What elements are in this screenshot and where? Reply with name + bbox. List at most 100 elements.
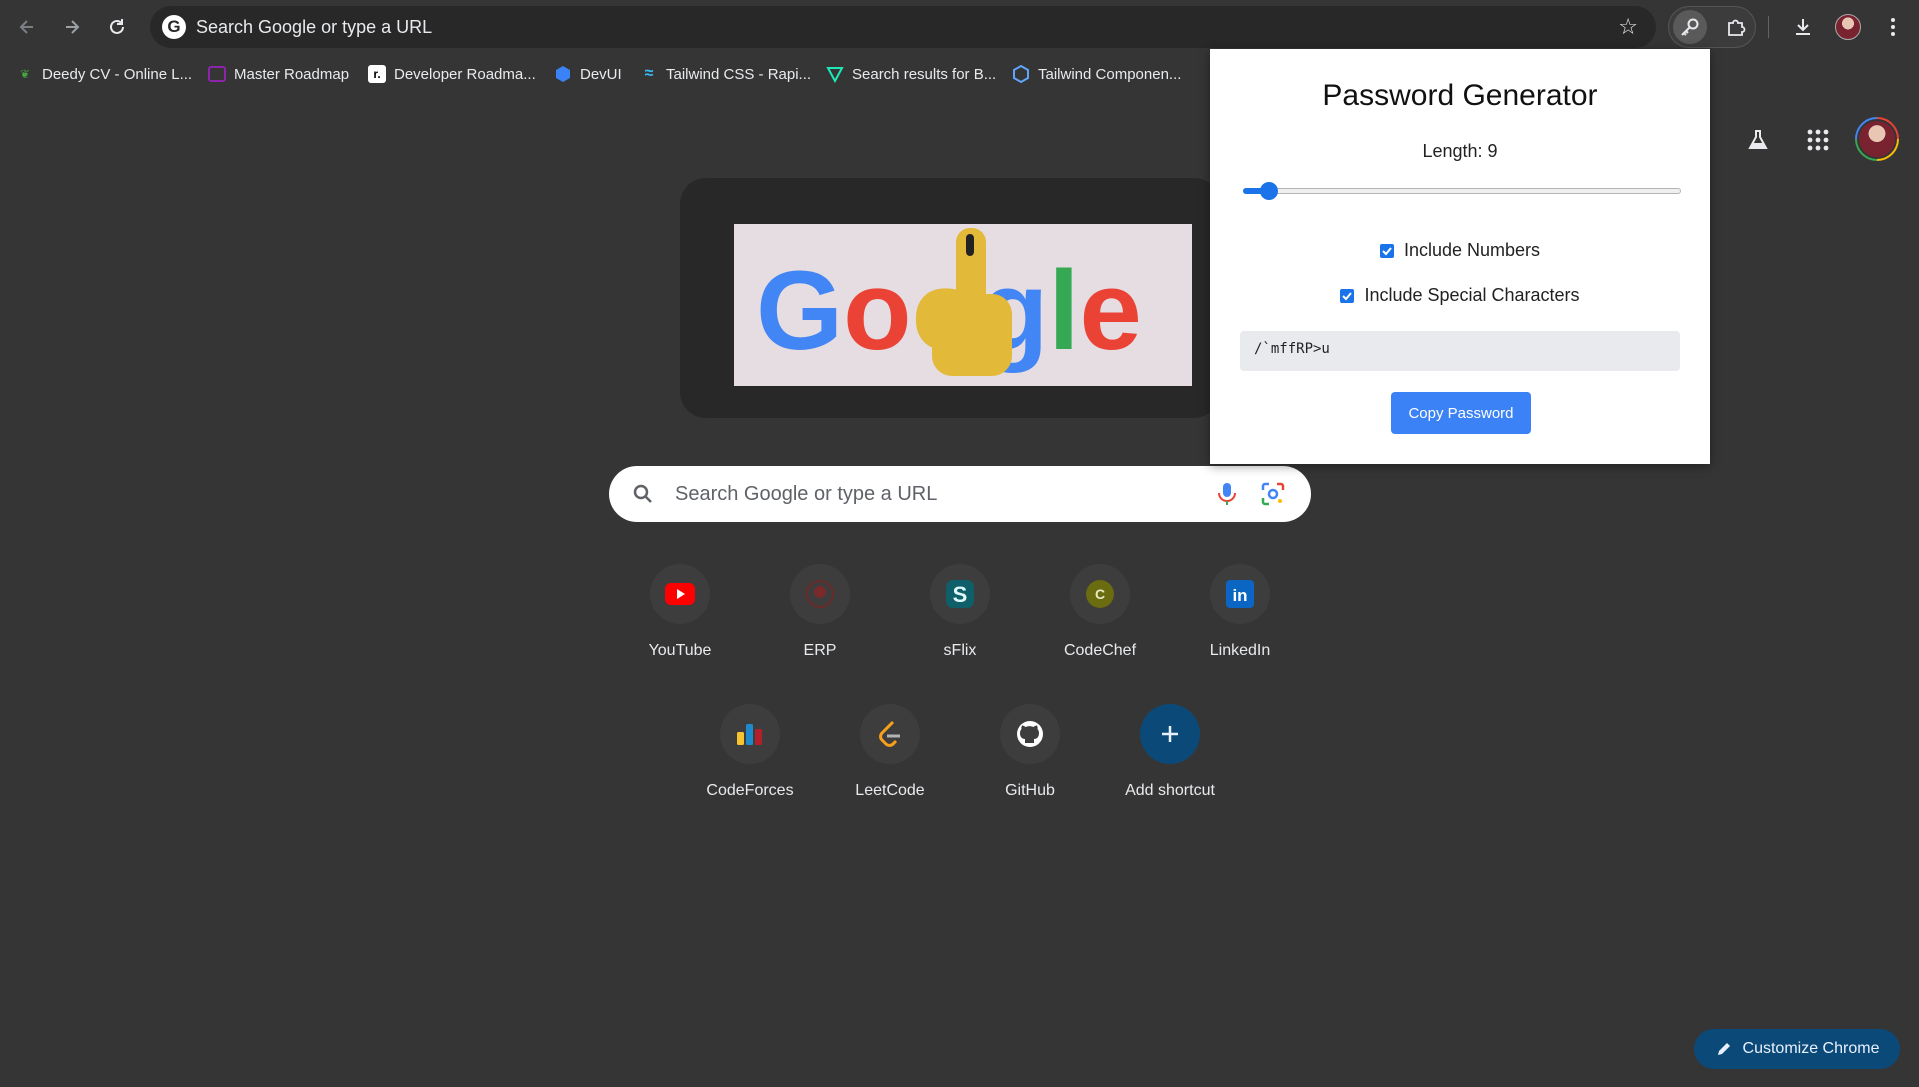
more-vert-icon bbox=[1891, 18, 1895, 36]
google-lens-icon bbox=[1261, 482, 1285, 506]
shortcut-label: ERP bbox=[803, 642, 837, 659]
shortcut-tile: C bbox=[1070, 564, 1130, 624]
extensions-group bbox=[1668, 6, 1756, 48]
back-button[interactable] bbox=[8, 8, 46, 46]
bookmark-item[interactable]: Tailwind Componen... bbox=[1012, 62, 1181, 86]
reload-icon bbox=[110, 19, 124, 34]
slider-track bbox=[1243, 188, 1681, 194]
component-icon bbox=[1013, 65, 1029, 83]
address-bar-text: Search Google or type a URL bbox=[196, 17, 433, 37]
length-slider[interactable] bbox=[1243, 182, 1681, 200]
checkmark-icon bbox=[1382, 246, 1392, 255]
shortcut-label: CodeForces bbox=[706, 782, 794, 799]
arrow-right-icon bbox=[66, 20, 80, 34]
include-numbers-option[interactable]: Include Numbers bbox=[1210, 240, 1710, 261]
popup-title: Password Generator bbox=[1322, 79, 1598, 112]
doodle-image: Google bbox=[756, 228, 1142, 376]
search-placeholder: Search Google or type a URL bbox=[675, 483, 938, 505]
google-apps-button[interactable] bbox=[1798, 120, 1838, 160]
shortcut-codeforces[interactable]: CodeForces bbox=[690, 696, 810, 816]
github-icon bbox=[1017, 721, 1043, 747]
shortcut-linkedin[interactable]: in LinkedIn bbox=[1180, 556, 1300, 676]
shortcut-leetcode[interactable]: LeetCode bbox=[830, 696, 950, 816]
bookmark-star-icon[interactable]: ☆ bbox=[1618, 14, 1638, 40]
password-output[interactable]: /`mffRP>u bbox=[1240, 331, 1680, 371]
shortcut-label: CodeChef bbox=[1063, 642, 1137, 659]
microphone-icon bbox=[1218, 483, 1236, 505]
voice-search-button[interactable] bbox=[1213, 480, 1241, 513]
vuetify-icon bbox=[826, 67, 844, 83]
youtube-icon bbox=[665, 583, 695, 605]
reload-button[interactable] bbox=[98, 8, 136, 46]
downloads-button[interactable] bbox=[1784, 8, 1822, 46]
bookmark-label: Tailwind Componen... bbox=[1038, 65, 1182, 83]
bookmark-item[interactable]: ❦ Deedy CV - Online L... bbox=[16, 62, 192, 86]
password-generator-popup: Password Generator Length: 9 Include Num… bbox=[1210, 49, 1710, 464]
chrome-labs-button[interactable] bbox=[1738, 120, 1778, 160]
roadmap-icon bbox=[208, 66, 226, 82]
add-shortcut-button[interactable]: Add shortcut bbox=[1110, 696, 1230, 816]
image-search-button[interactable] bbox=[1259, 480, 1287, 513]
account-avatar-button[interactable] bbox=[1855, 117, 1899, 161]
extensions-button[interactable] bbox=[1719, 10, 1753, 44]
roadmap-sh-icon: r. bbox=[368, 65, 386, 83]
apps-grid-icon bbox=[1807, 129, 1829, 151]
include-special-option[interactable]: Include Special Characters bbox=[1210, 285, 1710, 306]
shortcut-erp[interactable]: ERP bbox=[760, 556, 880, 676]
shortcut-label: GitHub bbox=[1005, 782, 1055, 799]
search-icon bbox=[633, 484, 652, 503]
browser-toolbar: G Search Google or type a URL ☆ bbox=[0, 0, 1919, 54]
chrome-menu-button[interactable] bbox=[1874, 8, 1912, 46]
customize-chrome-label: Customize Chrome bbox=[1742, 1040, 1880, 1057]
shortcut-github[interactable]: GitHub bbox=[970, 696, 1090, 816]
shortcut-label: YouTube bbox=[648, 642, 712, 659]
leetcode-icon bbox=[879, 720, 900, 747]
forward-button[interactable] bbox=[53, 8, 91, 46]
bookmark-item[interactable]: ≈ Tailwind CSS - Rapi... bbox=[640, 62, 811, 86]
slider-thumb[interactable] bbox=[1260, 182, 1279, 200]
copy-password-button[interactable]: Copy Password bbox=[1391, 392, 1531, 434]
linkedin-icon: in bbox=[1226, 580, 1254, 608]
include-special-checkbox[interactable] bbox=[1340, 288, 1355, 303]
shortcut-sflix[interactable]: S sFlix bbox=[900, 556, 1020, 676]
google-doodle[interactable]: Google bbox=[734, 224, 1192, 386]
flask-icon bbox=[1748, 130, 1768, 149]
shortcut-label: LinkedIn bbox=[1209, 642, 1271, 659]
shortcut-label: LeetCode bbox=[855, 782, 925, 799]
include-numbers-label: Include Numbers bbox=[1403, 240, 1541, 260]
shortcut-tile bbox=[650, 564, 710, 624]
bookmark-label: Tailwind CSS - Rapi... bbox=[666, 65, 812, 83]
bookmark-label: Developer Roadma... bbox=[394, 65, 536, 83]
download-icon bbox=[1796, 19, 1810, 35]
bookmark-label: Master Roadmap bbox=[234, 65, 350, 83]
tailwind-icon: ≈ bbox=[644, 65, 654, 82]
bookmark-item[interactable]: r. Developer Roadma... bbox=[368, 62, 536, 86]
shortcut-tile bbox=[1140, 704, 1200, 764]
overleaf-icon: ❦ bbox=[19, 67, 31, 81]
shortcut-tile bbox=[860, 704, 920, 764]
bookmark-item[interactable]: Master Roadmap bbox=[208, 62, 349, 86]
checkmark-icon bbox=[1342, 291, 1353, 300]
key-icon bbox=[1681, 18, 1699, 36]
codeforces-icon bbox=[737, 724, 762, 745]
address-bar[interactable]: G Search Google or type a URL ☆ bbox=[150, 6, 1656, 48]
length-label: Length: 9 bbox=[1422, 141, 1498, 161]
svg-text:in: in bbox=[1232, 586, 1247, 605]
include-numbers-checkbox[interactable] bbox=[1379, 243, 1394, 258]
shortcut-label: Add shortcut bbox=[1125, 782, 1215, 799]
google-g-icon: G bbox=[162, 15, 186, 39]
bookmark-label: Search results for B... bbox=[852, 65, 997, 83]
shortcut-youtube[interactable]: YouTube bbox=[620, 556, 740, 676]
shortcut-codechef[interactable]: C CodeChef bbox=[1040, 556, 1160, 676]
password-generator-extension-button[interactable] bbox=[1673, 10, 1707, 44]
ntp-search-box[interactable]: Search Google or type a URL bbox=[609, 466, 1311, 522]
puzzle-icon bbox=[1728, 19, 1746, 36]
profile-button[interactable] bbox=[1829, 8, 1867, 46]
bookmark-item[interactable]: DevUI bbox=[554, 62, 622, 86]
devui-icon bbox=[556, 66, 570, 82]
toolbar-separator bbox=[1768, 16, 1769, 38]
bookmark-item[interactable]: Search results for B... bbox=[826, 62, 996, 86]
shortcut-tile: S bbox=[930, 564, 990, 624]
customize-chrome-button[interactable]: Customize Chrome bbox=[1694, 1029, 1900, 1069]
plus-icon bbox=[1162, 726, 1178, 742]
